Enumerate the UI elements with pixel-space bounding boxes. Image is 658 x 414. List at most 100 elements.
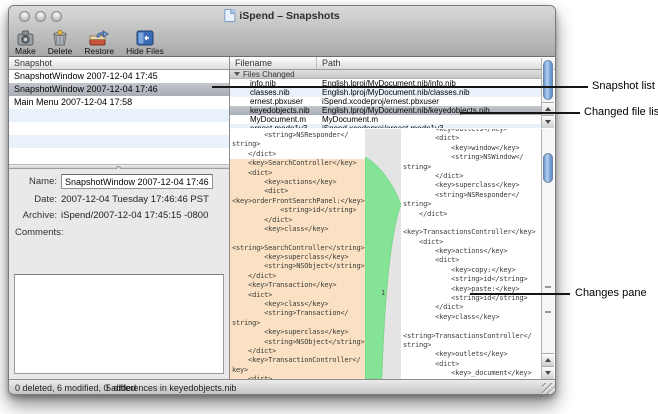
snapshot-inspector: Name: Date: 2007-12-04 Tuesday 17:46:46 … (9, 169, 229, 379)
scroll-down-button[interactable] (542, 115, 554, 128)
close-button[interactable] (19, 11, 30, 22)
changes-scrollbar[interactable] (541, 129, 554, 379)
comments-field[interactable] (14, 274, 224, 374)
scrollbar-thumb[interactable] (543, 60, 553, 100)
restore-folder-icon (89, 29, 109, 46)
scroll-down-button[interactable] (542, 366, 554, 379)
camera-icon (16, 29, 35, 46)
file-row[interactable]: ernest.pbxuser iSpend.xcodeproj/ernest.p… (230, 97, 541, 106)
down-arrow-icon (545, 120, 551, 124)
zoom-button[interactable] (51, 11, 62, 22)
diff-new-text[interactable]: <key>outlets</key> <dict> <key>window</k… (401, 129, 540, 379)
diff-line: string> (403, 163, 540, 172)
files-changed-group-row[interactable]: Files Changed (230, 70, 541, 79)
diff-line: <string>id</string> (403, 275, 540, 284)
file-name: keyedobjects.nib (230, 106, 317, 115)
diff-line (403, 322, 540, 331)
restore-button-label: Restore (84, 46, 114, 56)
file-path: English.lproj/MyDocument.nib/classes.nib (317, 88, 541, 97)
window-chrome: iSpend – Snapshots Make (9, 6, 555, 57)
traffic-lights (19, 11, 62, 22)
scroll-up-button[interactable] (542, 353, 554, 366)
diff-line (232, 234, 365, 243)
file-path: iSpend.xcodeproj/ernest.mode1v3 (317, 124, 541, 128)
change-marker-tick (545, 311, 551, 313)
empty-row (9, 135, 229, 148)
document-icon (224, 9, 235, 22)
diff-line: <dict> (232, 169, 365, 178)
diff-line: <dict> (403, 238, 540, 247)
diff-line: <key>superclass</key> (232, 253, 365, 262)
disclosure-triangle-icon[interactable] (234, 72, 240, 76)
diff-line: <string>id</string> (232, 206, 365, 215)
diff-line: <string>Transaction</ (232, 309, 365, 318)
file-name: classes.nib (230, 88, 317, 97)
scrollbar-arrows (542, 353, 554, 379)
toolbar: Make Delete (13, 27, 166, 56)
file-list-scrollbar[interactable] (541, 58, 554, 128)
group-label: Files Changed (243, 70, 295, 79)
name-field[interactable] (61, 174, 213, 189)
diff-line: <key>actions</key> (232, 178, 365, 187)
title-bar[interactable]: iSpend – Snapshots (9, 6, 555, 27)
change-marker-tick (545, 286, 551, 288)
diff-line: <dict> (403, 360, 540, 369)
resize-grip[interactable] (542, 383, 555, 395)
file-row[interactable]: classes.nib English.lproj/MyDocument.nib… (230, 88, 541, 97)
diff-line: </dict> (403, 210, 540, 219)
main-content: Snapshot SnapshotWindow 2007-12-04 17:45… (9, 57, 555, 379)
diff-unchanged-block: <string>NSResponder</ string> </dict> (232, 131, 365, 159)
diff-old-text[interactable]: <string>NSResponder</ string> </dict> <k… (230, 129, 365, 379)
diff-line: <string>NSWindow</ (403, 153, 540, 162)
diff-line: <key>actions</key> (403, 247, 540, 256)
diff-line: </dict> (403, 303, 540, 312)
delete-button[interactable]: Delete (46, 27, 75, 56)
make-button[interactable]: Make (13, 27, 38, 56)
scrollbar-thumb[interactable] (543, 153, 553, 183)
diff-line: <dict> (403, 256, 540, 265)
diff-line: <key>TransactionController</ (232, 356, 365, 365)
callout-label-snapshot-list: Snapshot list (592, 80, 655, 92)
path-column-header[interactable]: Path (317, 57, 556, 69)
callout-line-changes-pane (470, 293, 570, 295)
date-label: Date: (9, 194, 61, 205)
hide-files-button-label: Hide Files (126, 46, 164, 56)
minimize-button[interactable] (35, 11, 46, 22)
scrollbar-arrows (542, 102, 554, 128)
snapshot-pane: Snapshot SnapshotWindow 2007-12-04 17:45… (9, 57, 229, 379)
file-row[interactable]: ernest.mode1v3 iSpend.xcodeproj/ernest.m… (230, 124, 541, 128)
diff-line: <string>id</string> (403, 294, 540, 303)
snapshot-row[interactable]: Main Menu 2007-12-04 17:58 (9, 96, 229, 109)
diff-line: string> (403, 200, 540, 209)
diff-line: string> (403, 341, 540, 350)
file-name: ernest.pbxuser (230, 97, 317, 106)
diff-line: <string>NSResponder</ (403, 191, 540, 200)
diff-line: <key>superclass</key> (232, 328, 365, 337)
snapshot-row[interactable]: SnapshotWindow 2007-12-04 17:45 (9, 70, 229, 83)
diff-line: <dict> (403, 134, 540, 143)
restore-button[interactable]: Restore (82, 27, 116, 56)
down-arrow-icon (545, 371, 551, 375)
diff-line: string> (232, 140, 365, 149)
differences-summary: 5 differences in keyedobjects.nib (106, 383, 236, 393)
diff-line: key> (232, 366, 365, 375)
files-panel-icon (136, 29, 154, 46)
ispend-snapshots-window: iSpend – Snapshots Make (8, 5, 556, 395)
diff-line: <key>superclass</key> (403, 181, 540, 190)
hide-files-button[interactable]: Hide Files (124, 27, 166, 56)
diff-line: <key>SearchController</key> (232, 159, 365, 168)
file-row[interactable]: MyDocument.m MyDocument.m (230, 115, 541, 124)
diff-line: <key>class</key> (232, 300, 365, 309)
change-number-badge: 1 (381, 289, 385, 297)
diff-line: <string>NSObject</string> (232, 338, 365, 347)
file-list-header: Filename Path (230, 57, 556, 70)
file-path: iSpend.xcodeproj/ernest.pbxuser (317, 97, 541, 106)
files-and-changes-pane: Filename Path Files Changed info.nib Eng… (230, 57, 556, 379)
diff-line: string> (232, 319, 365, 328)
diff-line: <key>class</key> (232, 225, 365, 234)
diff-line: </dict> (403, 172, 540, 181)
snapshot-column-header[interactable]: Snapshot (9, 57, 229, 70)
file-path: MyDocument.m (317, 115, 541, 124)
filename-column-header[interactable]: Filename (230, 57, 317, 69)
snapshot-row-selected[interactable]: SnapshotWindow 2007-12-04 17:46 (9, 83, 229, 96)
